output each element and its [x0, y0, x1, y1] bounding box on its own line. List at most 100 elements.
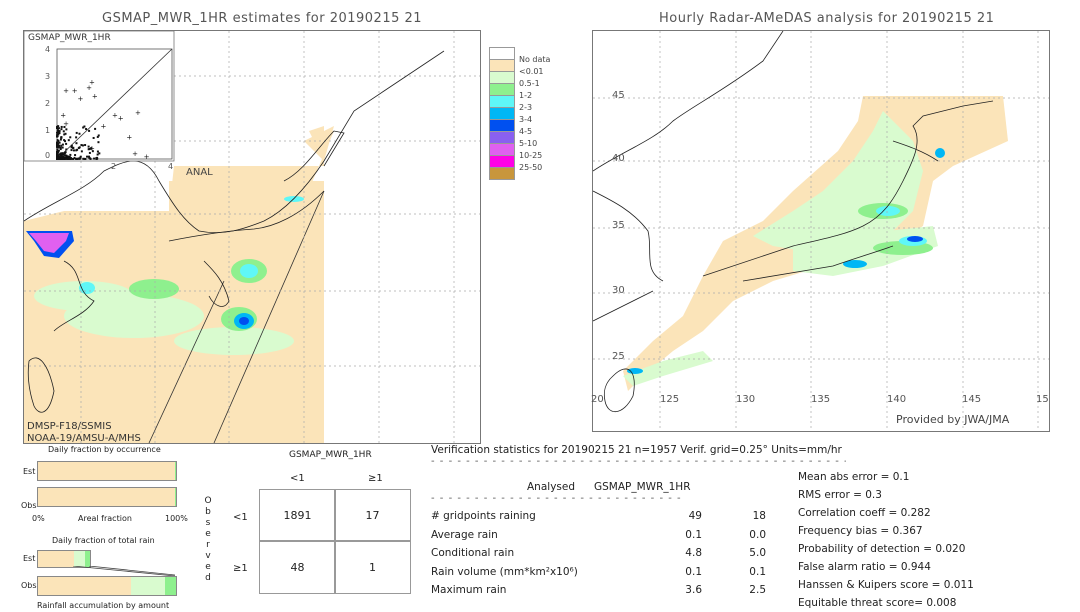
scatter-point [92, 136, 95, 139]
legend-label: No data [519, 54, 551, 64]
lon-label-125: 125 [660, 394, 680, 405]
legend-swatch [489, 107, 515, 119]
legend-label: 2-3 [519, 102, 533, 112]
scatter-point [60, 128, 63, 131]
occurrence-est-bar [37, 461, 177, 481]
verification-row-label: Maximum rain [431, 584, 507, 596]
occurrence-est-green [175, 462, 176, 480]
scatter-point: + [63, 120, 69, 128]
occurrence-obs-green [175, 488, 176, 506]
scatter-point [57, 149, 60, 152]
verification-row-label: Conditional rain [431, 547, 515, 559]
scatter-ytick-4: 4 [45, 45, 51, 54]
scatter-point [82, 126, 85, 129]
left-map-title: GSMAP_MWR_1HR estimates for 20190215 21 [102, 11, 423, 26]
scatter-point: + [101, 123, 107, 131]
scatter-point [62, 130, 65, 133]
left-map-panel: + + + + + + + + + + + + + + + + [23, 30, 481, 444]
legend-swatch [489, 83, 515, 95]
contingency-row-lt1: <1 [233, 512, 248, 523]
occurrence-obs-label: Obs [21, 501, 37, 510]
scatter-point [69, 136, 72, 139]
color-legend: No data <0.01 0.5-1 1-2 2-3 3-4 4-5 5-10 10-25 25… [489, 47, 551, 180]
scatter-point [59, 146, 62, 149]
total-rain-est-light [74, 551, 85, 567]
scatter-point [72, 157, 75, 160]
occurrence-obs-bar [37, 487, 177, 507]
lat-label-40: 40 [612, 153, 625, 164]
scatter-point [57, 132, 60, 135]
observed-label-letter: r [206, 540, 210, 550]
contingency-col-ge1: ≥1 [368, 473, 383, 484]
scatter-point [61, 143, 64, 146]
scatter-point [57, 125, 60, 128]
scatter-point [56, 152, 59, 155]
axis-100-label: 100% [165, 514, 188, 523]
scatter-point [97, 141, 100, 144]
data-credit: Provided by JWA/JMA [896, 413, 1010, 426]
scatter-point [80, 150, 83, 153]
scatter-point [57, 156, 60, 159]
scatter-point [86, 155, 89, 158]
scatter-point [88, 156, 91, 159]
total-rain-title: Daily fraction of total rain [52, 536, 155, 545]
legend-swatch [489, 131, 515, 143]
scatter-ytick-3: 3 [45, 72, 51, 81]
verification-header-rule: - - - - - - - - - - - - - - - - - - - - … [431, 456, 846, 467]
scatter-point [88, 129, 91, 132]
legend-label: 10-25 [519, 150, 543, 160]
verification-row-analysed: 49 [688, 510, 702, 522]
occurrence-title: Daily fraction by occurrence [48, 445, 161, 454]
contingency-cell-lt1-lt1: 1891 [259, 489, 336, 542]
scatter-point [64, 151, 67, 154]
axis-mid-label: Areal fraction [78, 514, 132, 523]
verification-score: Correlation coeff = 0.282 [798, 507, 931, 519]
scatter-point [80, 144, 83, 147]
scatter-point [66, 157, 69, 160]
verification-score: Hanssen & Kuipers score = 0.011 [798, 579, 974, 591]
right-map-canvas [593, 31, 1049, 431]
scatter-point: + [78, 95, 84, 103]
verification-score: Mean abs error = 0.1 [798, 471, 910, 483]
legend-swatch [489, 71, 515, 83]
verification-row-analysed: 3.6 [685, 584, 702, 596]
scatter-point [75, 131, 78, 134]
scatter-point [70, 157, 73, 160]
verification-row-label: # gridpoints raining [431, 510, 536, 522]
lon-label-140: 140 [887, 394, 907, 405]
scatter-title: GSMAP_MWR_1HR [28, 33, 111, 43]
scatter-point [76, 157, 79, 160]
contingency-cell-ge1-ge1: 1 [334, 540, 411, 594]
scatter-point [65, 128, 68, 131]
scatter-point [98, 152, 101, 155]
lat-label-30: 30 [612, 285, 625, 296]
total-rain-obs-light [131, 577, 165, 595]
scatter-point [94, 127, 97, 130]
verification-score: Frequency bias = 0.367 [798, 525, 923, 537]
left-map-canvas: + ++++++ +++++++ ++ [24, 31, 480, 443]
rain-moderate-1 [129, 279, 179, 299]
axis-0-label: 0% [32, 514, 45, 523]
occurrence-est-label: Est [23, 467, 36, 476]
scatter-point: + [63, 87, 69, 95]
scatter-point: + [89, 79, 95, 87]
verification-row-model: 0.1 [749, 565, 766, 578]
verification-row-analysed: 4.8 [685, 547, 702, 559]
observed-label-letter: v [205, 551, 211, 561]
verification-score: Equitable threat score= 0.008 [798, 597, 957, 609]
scatter-point: + [118, 114, 124, 122]
scatter-point [64, 140, 67, 143]
scatter-point [69, 153, 72, 156]
scatter-ytick-0: 0 [45, 151, 51, 160]
scatter-point [74, 154, 77, 157]
lat-label-45: 45 [612, 90, 625, 101]
scatter-point [96, 150, 99, 153]
scatter-point [96, 153, 99, 156]
scatter-point [56, 141, 59, 144]
scatter-point [56, 127, 59, 130]
scatter-point [83, 157, 86, 160]
verification-row-analysed: 0.1 [685, 565, 702, 578]
scatter-point [75, 149, 78, 152]
right-map-title: Hourly Radar-AMeDAS analysis for 2019021… [659, 11, 995, 26]
verification-score: False alarm ratio = 0.944 [798, 561, 931, 573]
